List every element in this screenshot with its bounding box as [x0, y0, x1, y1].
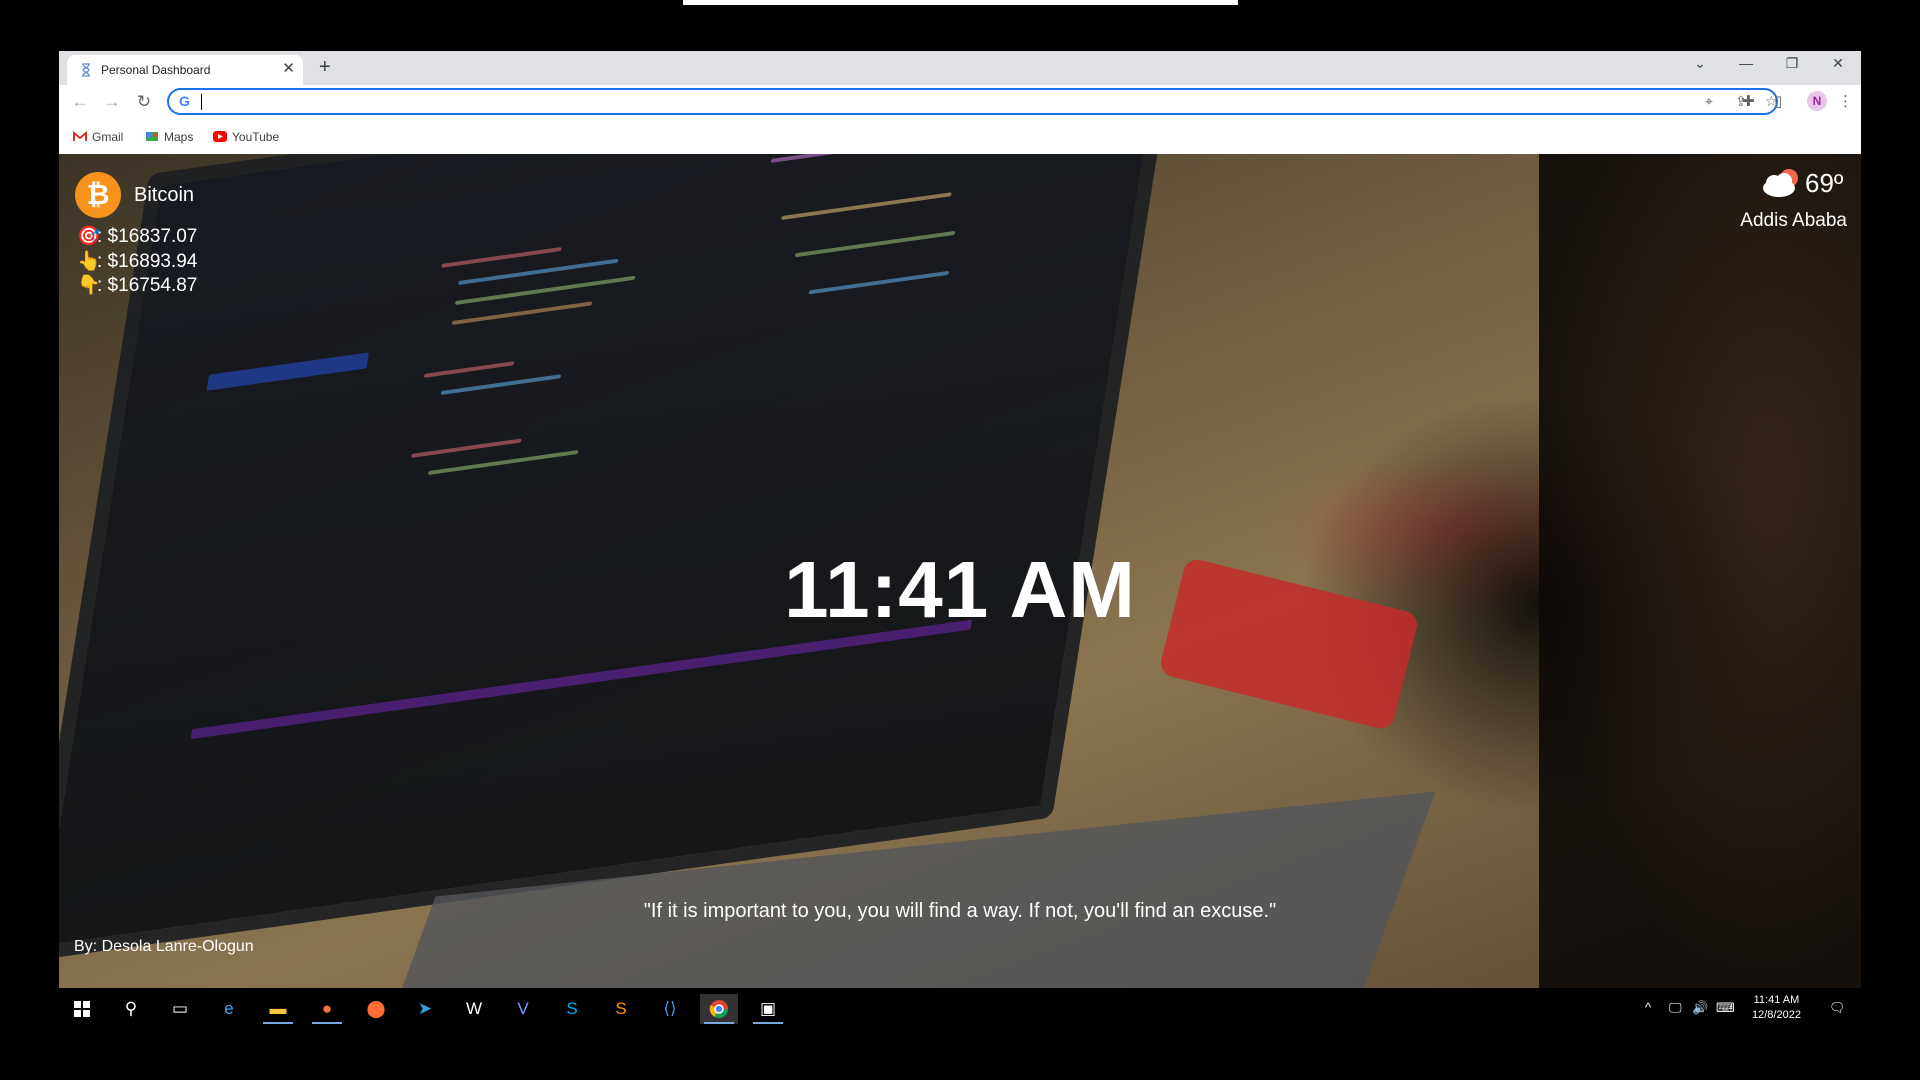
- pointing-up-icon: 👆: [77, 251, 101, 272]
- tab-close-button[interactable]: ✕: [282, 60, 295, 78]
- forward-arrow-icon[interactable]: →: [101, 92, 123, 112]
- address-bar[interactable]: G ⌖ ⇪ ☆: [167, 88, 1778, 115]
- restore-button[interactable]: ❐: [1782, 55, 1802, 72]
- browser-toolbar: ← → ↻ G ⌖ ⇪ ☆ ✚ ▯ N ⋮: [59, 85, 1861, 120]
- close-window-button[interactable]: ✕: [1828, 55, 1848, 72]
- network-icon[interactable]: 🖵: [1669, 1000, 1682, 1016]
- vscode-icon[interactable]: ⟨⟩: [651, 994, 689, 1024]
- taskbar: ⚲ ▭ e ▬ ● ⬤ ➤ W V S S ⟨⟩ ▣ ^ 🖵 🔊 ⌨ 11:41…: [59, 988, 1861, 1030]
- profile-avatar[interactable]: N: [1807, 91, 1827, 111]
- search-icon[interactable]: ⚲: [112, 994, 150, 1024]
- pointing-down-icon: 👇: [77, 275, 101, 296]
- system-date: 12/8/2022: [1752, 1009, 1801, 1021]
- crypto-name: Bitcoin: [134, 184, 195, 206]
- low-price: : $16754.87: [97, 275, 198, 296]
- chrome-logo-icon: [709, 1000, 728, 1019]
- gmail-icon: [73, 131, 87, 141]
- volume-icon[interactable]: 🔊: [1692, 1000, 1708, 1016]
- notifications-icon[interactable]: 🗨: [1829, 1000, 1846, 1016]
- reload-icon[interactable]: ↻: [133, 92, 155, 112]
- cloudy-weather-icon: [1763, 169, 1798, 197]
- file-explorer-icon[interactable]: ▬: [259, 994, 297, 1024]
- dashboard-page: ₿ Bitcoin 🎯: $16837.07 👆: $16893.94 👇: $…: [59, 154, 1861, 988]
- youtube-icon: [213, 131, 227, 142]
- current-price-row: 🎯: $16837.07: [77, 224, 197, 248]
- word-icon[interactable]: W: [455, 994, 493, 1024]
- telegram-icon[interactable]: ➤: [406, 994, 444, 1024]
- edge-icon[interactable]: e: [210, 994, 248, 1024]
- system-clock[interactable]: 11:41 AM 12/8/2022: [1752, 993, 1801, 1023]
- bookmark-gmail[interactable]: Gmail: [73, 130, 123, 144]
- system-time: 11:41 AM: [1753, 994, 1800, 1006]
- chrome-icon[interactable]: [700, 994, 738, 1024]
- skype-icon[interactable]: S: [553, 994, 591, 1024]
- v-app-icon[interactable]: V: [504, 994, 542, 1024]
- bookmark-youtube[interactable]: YouTube: [213, 130, 279, 144]
- start-button[interactable]: [63, 994, 101, 1024]
- temperature: 69º: [1805, 168, 1844, 198]
- new-tab-button[interactable]: +: [319, 56, 331, 78]
- screen-top-edge: [683, 0, 1238, 5]
- active-indicator: [263, 1022, 293, 1024]
- browser-window: Personal Dashboard ✕ + ⌄ — ❐ ✕ ← → ↻ G ⌖…: [59, 51, 1861, 988]
- google-icon: G: [179, 93, 190, 109]
- show-hidden-icons-icon[interactable]: ^: [1645, 1000, 1651, 1015]
- postman-icon[interactable]: ⬤: [357, 994, 395, 1024]
- quote-text: "If it is important to you, you will fin…: [643, 900, 1277, 922]
- photo-author: By: Desola Lanre-Ologun: [74, 938, 254, 955]
- current-price: : $16837.07: [97, 226, 198, 247]
- city-name: Addis Ababa: [1740, 210, 1847, 231]
- terminal-icon[interactable]: ▣: [749, 994, 787, 1024]
- active-indicator: [753, 1022, 783, 1024]
- extensions-puzzle-icon[interactable]: ✚: [1742, 92, 1755, 110]
- time-display: 11:41 AM: [784, 545, 1136, 634]
- active-indicator: [312, 1022, 342, 1024]
- back-arrow-icon[interactable]: ←: [69, 92, 91, 112]
- windows-logo-icon: [74, 1001, 90, 1017]
- active-indicator: [704, 1022, 734, 1024]
- low-price-row: 👇: $16754.87: [77, 273, 197, 297]
- keyboard-icon[interactable]: ⌨: [1716, 1000, 1735, 1016]
- high-price: : $16893.94: [97, 251, 198, 272]
- tab-personal-dashboard[interactable]: Personal Dashboard ✕: [67, 55, 303, 85]
- tab-search-button[interactable]: ⌄: [1690, 55, 1710, 72]
- target-icon: 🎯: [77, 226, 101, 247]
- bitcoin-logo-icon: ₿: [75, 172, 121, 218]
- firefox-icon[interactable]: ●: [308, 994, 346, 1024]
- tab-strip: Personal Dashboard ✕ + ⌄ — ❐ ✕: [59, 51, 1861, 85]
- tab-title: Personal Dashboard: [101, 63, 211, 77]
- bookmark-maps[interactable]: Maps: [145, 130, 193, 144]
- minimize-button[interactable]: —: [1736, 55, 1756, 71]
- location-pin-icon[interactable]: ⌖: [1705, 93, 1713, 110]
- menu-kebab-icon[interactable]: ⋮: [1838, 92, 1853, 110]
- bookmarks-bar: Gmail Maps YouTube: [59, 120, 1861, 154]
- high-price-row: 👆: $16893.94: [77, 249, 197, 273]
- maps-icon: [146, 132, 158, 141]
- hourglass-icon: [82, 63, 90, 77]
- side-panel-icon[interactable]: ▯: [1774, 92, 1782, 110]
- text-caret: [201, 94, 202, 110]
- sublime-text-icon[interactable]: S: [602, 994, 640, 1024]
- task-view-icon[interactable]: ▭: [161, 994, 199, 1024]
